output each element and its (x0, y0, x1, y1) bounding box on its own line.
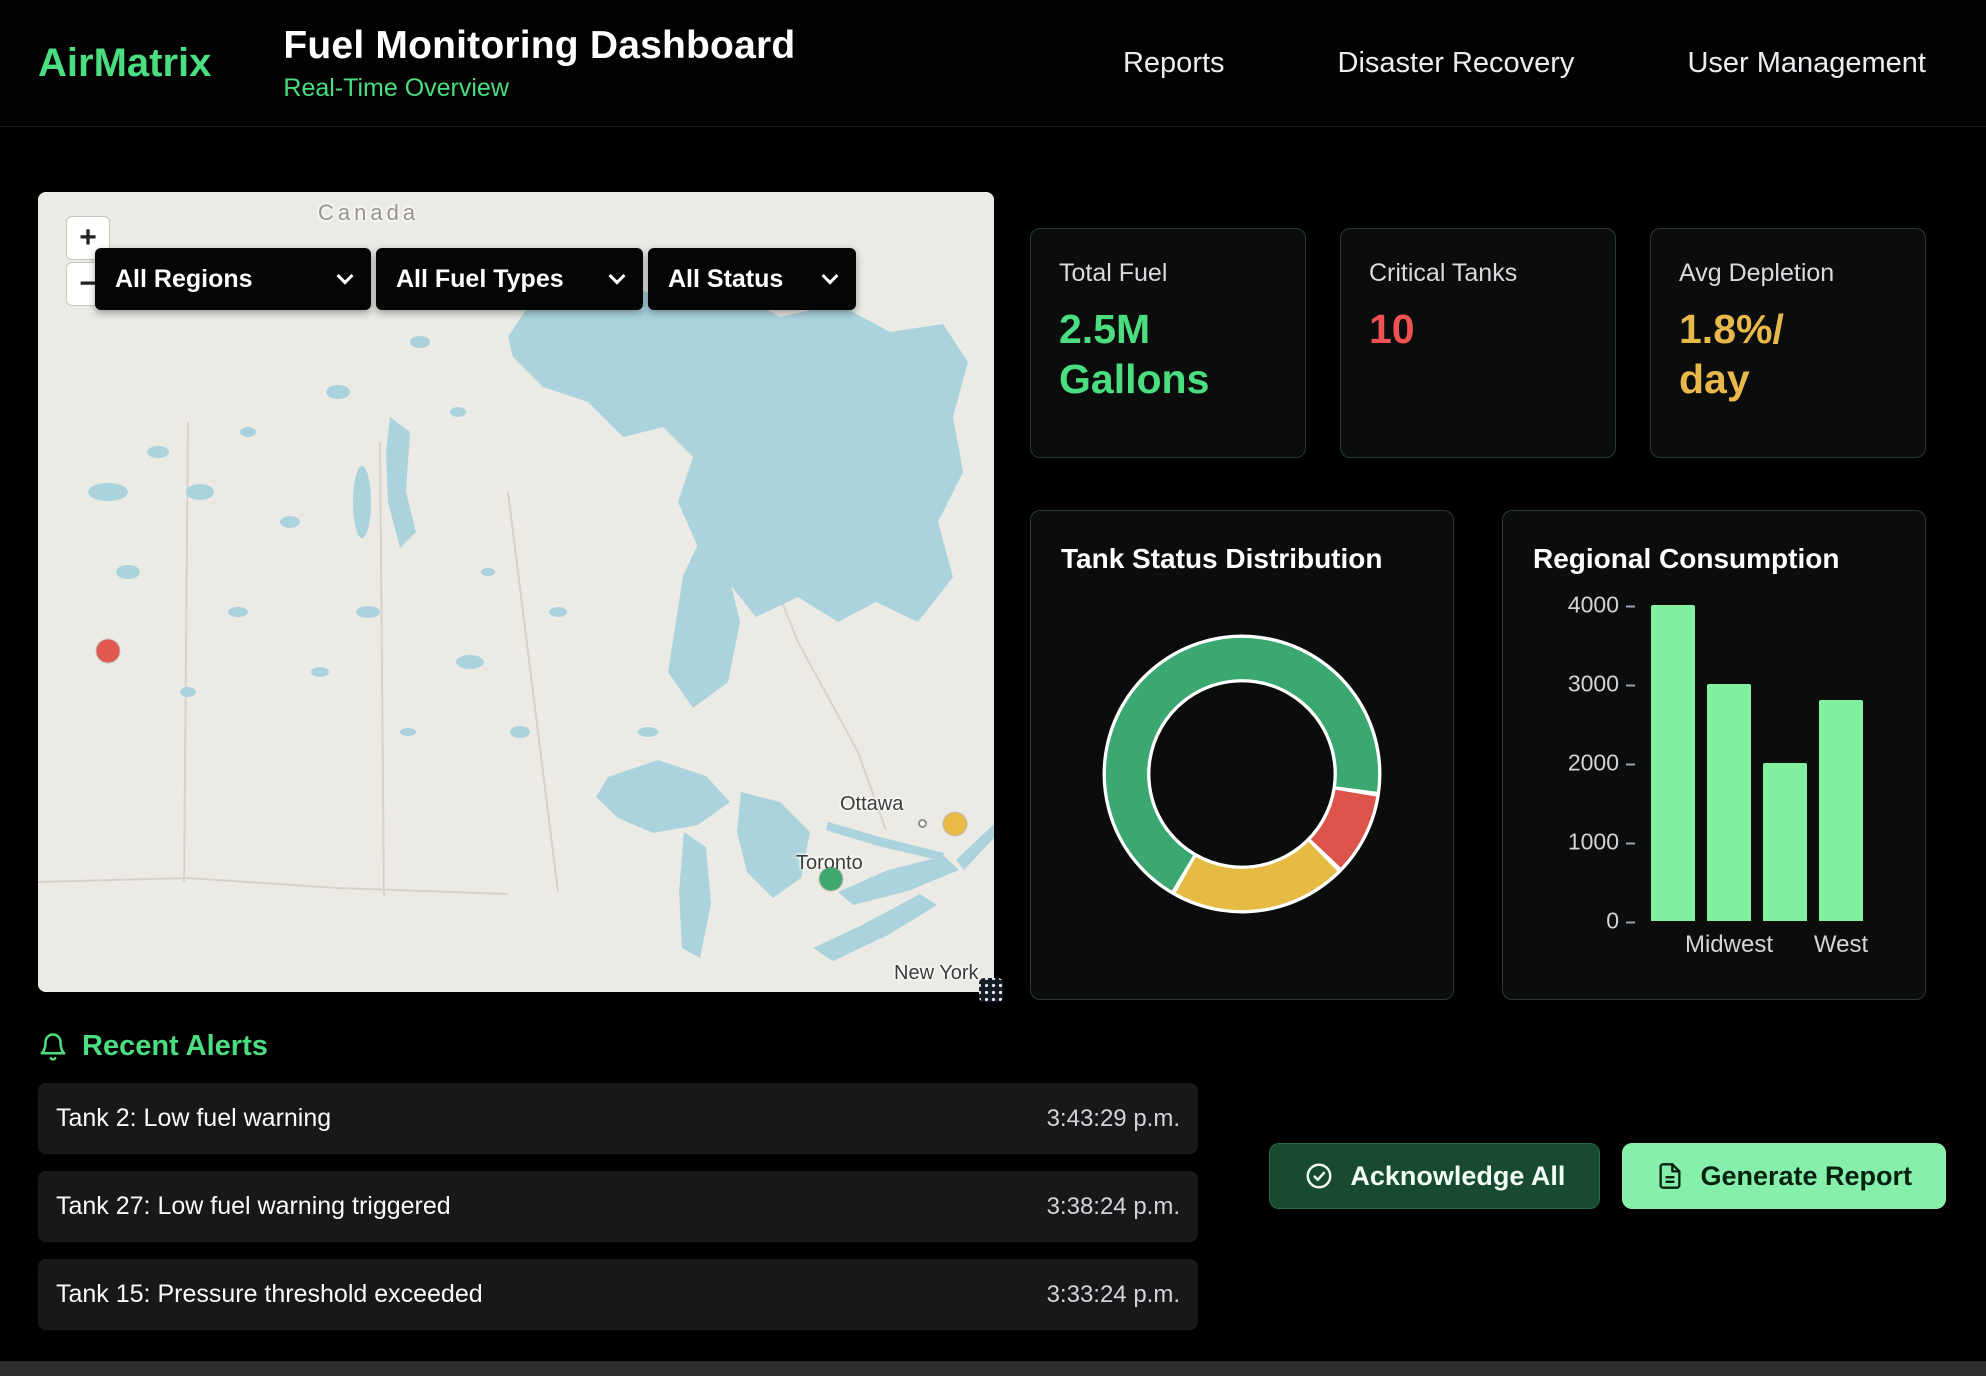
alerts-header: Recent Alerts (38, 1030, 1926, 1063)
acknowledge-all-label: Acknowledge All (1350, 1161, 1565, 1192)
alert-message: Tank 27: Low fuel warning triggered (56, 1192, 451, 1221)
nav-reports[interactable]: Reports (1123, 47, 1225, 80)
stat-label: Avg Depletion (1679, 259, 1897, 288)
y-tick-4000: 4000 (1568, 592, 1635, 619)
title-block: Fuel Monitoring Dashboard Real-Time Over… (283, 24, 795, 103)
x-label-Midwest: Midwest (1707, 931, 1751, 959)
alert-time: 3:43:29 p.m. (1047, 1105, 1180, 1133)
dashboard-right-column: Total Fuel 2.5MGallons Critical Tanks 10… (1030, 192, 1926, 1000)
nav-user-management[interactable]: User Management (1687, 47, 1926, 80)
alert-row[interactable]: Tank 27: Low fuel warning triggered 3:38… (38, 1171, 1198, 1242)
stat-card-critical-tanks: Critical Tanks 10 (1340, 228, 1616, 458)
alert-row[interactable]: Tank 2: Low fuel warning 3:43:29 p.m. (38, 1083, 1198, 1154)
region-filter-value: All Regions (115, 265, 253, 294)
tank-status-title: Tank Status Distribution (1061, 543, 1423, 575)
map-marker-warning[interactable] (943, 813, 966, 836)
map-resize-handle[interactable] (979, 978, 1003, 1002)
chevron-down-icon (609, 268, 626, 285)
bar-col2 (1763, 763, 1807, 921)
stat-label: Critical Tanks (1369, 259, 1587, 288)
map-marker-normal[interactable] (820, 868, 843, 891)
alerts-title: Recent Alerts (82, 1030, 268, 1063)
chevron-down-icon (822, 268, 839, 285)
alert-time: 3:33:24 p.m. (1047, 1281, 1180, 1309)
tank-status-donut (1077, 609, 1407, 939)
stat-value: 10 (1369, 304, 1587, 354)
map-label-new-york: New York (894, 962, 979, 985)
alert-row[interactable]: Tank 15: Pressure threshold exceeded 3:3… (38, 1259, 1198, 1330)
map-panel: Canada Ottawa Toronto New York + − All R… (38, 192, 994, 992)
regional-consumption-chart: 40003000200010000 MidwestWest (1533, 605, 1895, 959)
app-header: AirMatrix Fuel Monitoring Dashboard Real… (0, 0, 1986, 127)
map-marker-critical[interactable] (96, 640, 119, 663)
region-filter-dropdown[interactable]: All Regions (95, 248, 371, 310)
document-icon (1656, 1162, 1684, 1190)
bell-icon (38, 1032, 68, 1062)
regional-consumption-title: Regional Consumption (1533, 543, 1895, 575)
alert-time: 3:38:24 p.m. (1047, 1193, 1180, 1221)
acknowledge-all-button[interactable]: Acknowledge All (1269, 1143, 1600, 1209)
bar-West (1819, 700, 1863, 921)
check-circle-icon (1304, 1161, 1334, 1191)
map-label-ottawa: Ottawa (840, 793, 903, 816)
bar-bars (1651, 605, 1863, 921)
bar-plot: Midwest West (1651, 605, 1863, 959)
main-nav: Reports Disaster Recovery User Managemen… (1123, 47, 1926, 80)
y-tick-0: 0 (1606, 908, 1635, 935)
y-tick-3000: 3000 (1568, 671, 1635, 698)
fuel-type-filter-value: All Fuel Types (396, 265, 564, 294)
alert-message: Tank 15: Pressure threshold exceeded (56, 1280, 483, 1309)
regional-consumption-card: Regional Consumption 4000 3000 2000 1000 0 M… (1502, 510, 1926, 1000)
y-tick-1000: 1000 (1568, 829, 1635, 856)
stats-row: Total Fuel 2.5MGallons Critical Tanks 10… (1030, 228, 1926, 458)
stat-value: 1.8%/day (1679, 304, 1897, 404)
fuel-type-filter-dropdown[interactable]: All Fuel Types (376, 248, 643, 310)
stat-value: 2.5MGallons (1059, 304, 1277, 404)
alert-message: Tank 2: Low fuel warning (56, 1104, 331, 1133)
y-tick-2000: 2000 (1568, 750, 1635, 777)
page-title: Fuel Monitoring Dashboard (283, 24, 795, 68)
bottom-scrollbar[interactable] (0, 1361, 1986, 1376)
map-canvas[interactable]: Canada Ottawa Toronto New York + − All R… (38, 192, 994, 992)
status-filter-value: All Status (668, 265, 783, 294)
page-subtitle: Real-Time Overview (283, 74, 795, 103)
nav-disaster-recovery[interactable]: Disaster Recovery (1338, 47, 1575, 80)
bar-x-axis: Midwest West (1651, 931, 1863, 959)
map-filter-bar: All Regions All Fuel Types All Status (95, 248, 856, 310)
charts-row: Tank Status Distribution Regional Consum… (1030, 510, 1926, 1000)
stat-card-total-fuel: Total Fuel 2.5MGallons (1030, 228, 1306, 458)
brand-logo[interactable]: AirMatrix (38, 41, 211, 86)
x-label-West: West (1819, 931, 1863, 959)
tank-status-card: Tank Status Distribution (1030, 510, 1454, 1000)
bar-y-axis: 40003000200010000 (1549, 605, 1635, 921)
chevron-down-icon (337, 268, 354, 285)
x-label-col2 (1763, 931, 1807, 959)
bar-col0 (1651, 605, 1695, 921)
bar-Midwest (1707, 684, 1751, 921)
generate-report-button[interactable]: Generate Report (1622, 1143, 1946, 1209)
stat-label: Total Fuel (1059, 259, 1277, 288)
map-label-canada: Canada (318, 200, 419, 226)
alert-list: Tank 2: Low fuel warning 3:43:29 p.m. Ta… (38, 1083, 1198, 1330)
alert-actions: Acknowledge All Generate Report (1269, 1143, 1946, 1209)
recent-alerts-section: Recent Alerts Tank 2: Low fuel warning 3… (0, 1000, 1986, 1330)
app-root: { "header": { "brand": "AirMatrix", "tit… (0, 0, 1986, 1376)
stat-card-avg-depletion: Avg Depletion 1.8%/day (1650, 228, 1926, 458)
generate-report-label: Generate Report (1700, 1161, 1912, 1192)
main-content: Canada Ottawa Toronto New York + − All R… (0, 127, 1986, 1000)
status-filter-dropdown[interactable]: All Status (648, 248, 856, 310)
ottawa-town-dot (918, 819, 927, 828)
